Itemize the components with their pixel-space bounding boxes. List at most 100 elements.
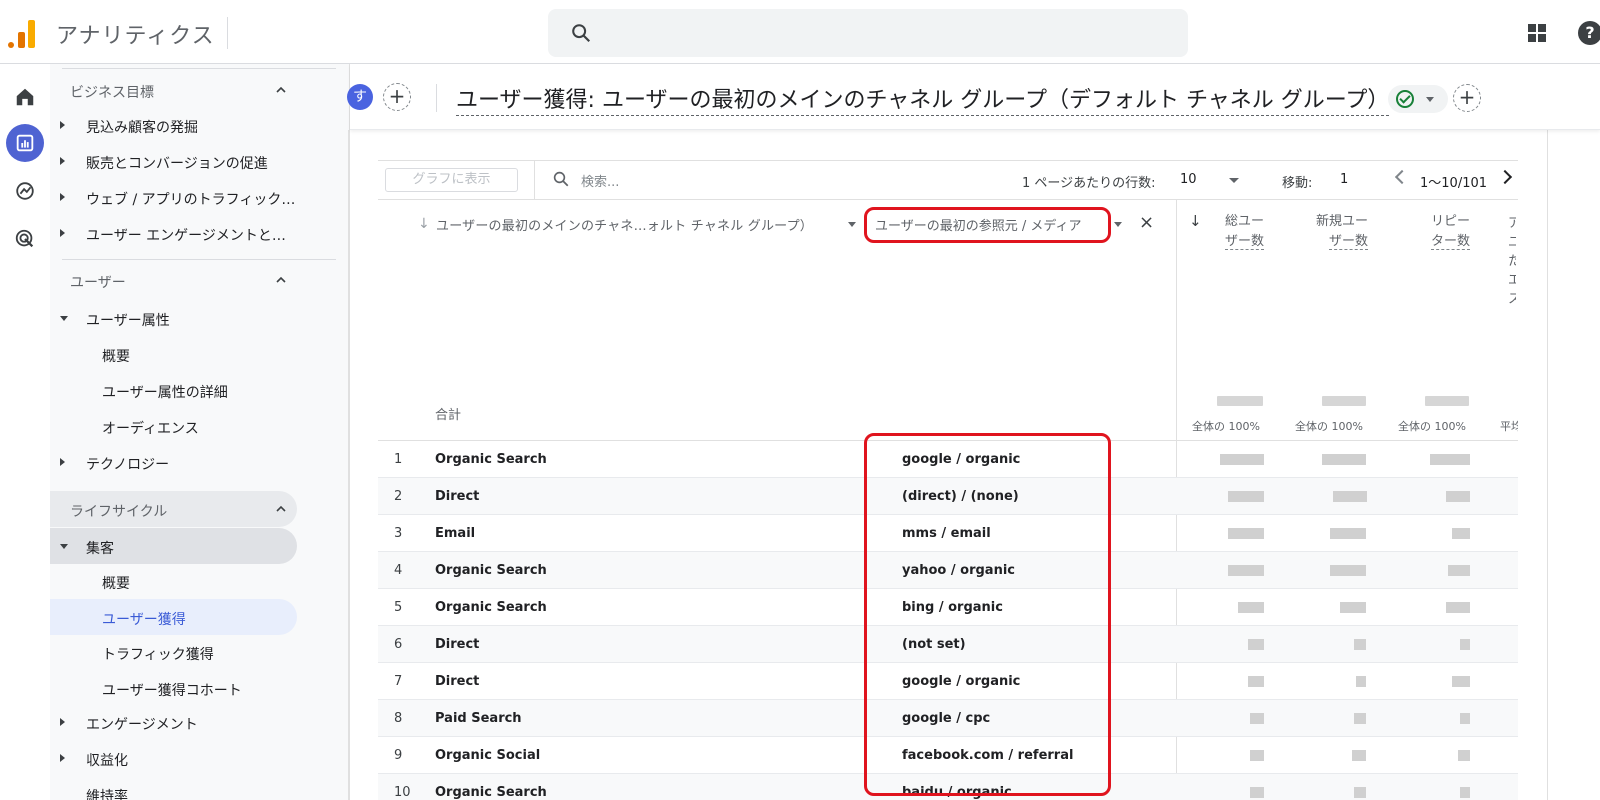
blurred-value: [1250, 750, 1264, 761]
rows-per-page-label: 1 ページあたりの行数:: [1022, 176, 1156, 191]
blurred-value: [1460, 639, 1470, 650]
row-number: 5: [394, 600, 403, 615]
blurred-value: [1250, 787, 1264, 798]
metric-header-truncated[interactable]: アユたエス: [1508, 214, 1516, 309]
primary-dimension-header[interactable]: ユーザーの最初のメインのチャネ…ォルト チャネル グループ）: [436, 215, 813, 234]
chevron-up-icon[interactable]: [276, 275, 286, 285]
blurred-value: [1425, 396, 1469, 406]
divider: [436, 84, 437, 112]
blurred-value: [1352, 750, 1366, 761]
dropdown-arrow-icon[interactable]: [1114, 222, 1122, 227]
add-comparison-button[interactable]: +: [383, 83, 411, 111]
metric-header-total-users[interactable]: 総ユー ザー数: [1214, 212, 1264, 252]
goto-page-input[interactable]: 1: [1340, 172, 1348, 187]
sidebar-item-acq-overview[interactable]: 概要: [102, 573, 130, 593]
sidebar-item-user-acquisition[interactable]: ユーザー獲得: [102, 609, 186, 629]
caret-right-icon: [60, 754, 65, 762]
avatar[interactable]: す: [347, 84, 373, 110]
caret-right-icon: [60, 458, 65, 466]
plot-rows-button[interactable]: グラフに表示: [385, 168, 518, 192]
row-number: 8: [394, 711, 403, 726]
metric-header-line: ザー数: [1328, 234, 1368, 250]
percent-of-total: 平均: [1500, 420, 1518, 433]
advertising-icon[interactable]: [6, 220, 44, 258]
blurred-value: [1238, 602, 1264, 613]
sidebar-item-traffic[interactable]: ウェブ / アプリのトラフィック…: [86, 189, 295, 209]
sidebar-item-user-attributes[interactable]: ユーザー属性: [86, 310, 170, 330]
metric-header-new-users[interactable]: 新規ユー ザー数: [1300, 212, 1368, 252]
channel-cell: Email: [435, 526, 476, 541]
caret-down-icon: [60, 544, 68, 549]
status-dropdown[interactable]: [1388, 85, 1448, 113]
dropdown-arrow-icon[interactable]: [1229, 178, 1239, 183]
caret-down-icon: [60, 316, 68, 321]
blurred-value: [1354, 713, 1366, 724]
channel-cell: Direct: [435, 674, 480, 689]
channel-cell: Direct: [435, 489, 480, 504]
row-number: 7: [394, 674, 403, 689]
dropdown-arrow-icon[interactable]: [848, 222, 856, 227]
sidebar-item-monetization[interactable]: 収益化: [86, 750, 128, 770]
sidebar-item-user-engagement[interactable]: ユーザー エンゲージメントと…: [86, 225, 286, 245]
blurred-value: [1333, 491, 1367, 502]
sidebar-item-retention[interactable]: 維持率: [86, 786, 128, 800]
row-number: 9: [394, 748, 403, 763]
table-search-input[interactable]: 検索...: [581, 171, 619, 190]
help-icon[interactable]: ?: [1578, 21, 1600, 45]
row-number: 4: [394, 563, 403, 578]
row-number: 3: [394, 526, 403, 541]
reports-icon[interactable]: [6, 124, 44, 162]
nav-section-lifecycle[interactable]: ライフサイクル: [70, 501, 167, 521]
sidebar-item-traffic-acquisition[interactable]: トラフィック獲得: [102, 644, 214, 664]
metric-header-line: 新規ユー: [1315, 214, 1368, 229]
blurred-value: [1248, 639, 1264, 650]
rows-per-page-select[interactable]: 10: [1180, 172, 1197, 187]
page-title[interactable]: ユーザー獲得: ユーザーの最初のメインのチャネル グループ（デフォルト チャネル…: [456, 82, 1390, 116]
row-number: 1: [394, 452, 403, 467]
blurred-value: [1452, 676, 1470, 687]
check-circle-icon: [1396, 90, 1414, 108]
chevron-up-icon[interactable]: [276, 85, 286, 95]
percent-of-total: 全体の 100%: [1192, 420, 1260, 433]
metric-header-returning-users[interactable]: リピー ター数: [1410, 212, 1470, 252]
global-search-input[interactable]: [548, 9, 1188, 57]
caret-right-icon: [60, 229, 65, 237]
percent-of-total: 全体の 100%: [1398, 420, 1466, 433]
sidebar-item-attr-details[interactable]: ユーザー属性の詳細: [102, 382, 228, 402]
caret-right-icon: [60, 193, 65, 201]
explore-icon[interactable]: [6, 172, 44, 210]
nav-section-user[interactable]: ユーザー: [70, 272, 126, 292]
home-icon[interactable]: [6, 78, 44, 116]
percent-of-total: 全体の 100%: [1295, 420, 1363, 433]
apps-grid-icon[interactable]: [1528, 24, 1546, 42]
sort-arrow-icon[interactable]: ↓: [1189, 212, 1202, 230]
remove-dimension-icon[interactable]: ×: [1139, 212, 1154, 233]
sidebar-item-acquisition[interactable]: 集客: [86, 538, 114, 558]
blurred-value: [1354, 639, 1366, 650]
analytics-logo-icon[interactable]: [8, 16, 38, 48]
chevron-up-icon[interactable]: [276, 504, 286, 514]
sidebar-item-technology[interactable]: テクノロジー: [86, 454, 169, 474]
nav-section-business[interactable]: ビジネス目標: [70, 82, 154, 102]
add-button[interactable]: +: [1453, 84, 1481, 112]
page-range: 1〜10/101: [1420, 176, 1488, 191]
sidebar-item-acq-cohort[interactable]: ユーザー獲得コホート: [102, 680, 242, 700]
blurred-value: [1217, 396, 1263, 406]
sidebar-item-engagement[interactable]: エンゲージメント: [86, 714, 198, 734]
sidebar-nav: ビジネス目標 見込み顧客の発掘 販売とコンバージョンの促進 ウェブ / アプリの…: [50, 64, 350, 800]
blurred-value: [1430, 454, 1470, 465]
blurred-value: [1446, 491, 1470, 502]
sort-arrow-icon[interactable]: ↓: [418, 216, 430, 232]
sidebar-item-lead-gen[interactable]: 見込み顧客の発掘: [86, 117, 198, 137]
channel-cell: Organic Social: [435, 748, 541, 763]
blurred-value: [1354, 787, 1366, 798]
row-number: 10: [394, 785, 411, 800]
sidebar-item-attr-overview[interactable]: 概要: [102, 346, 130, 366]
sidebar-item-audiences[interactable]: オーディエンス: [102, 418, 199, 438]
sidebar-item-sales[interactable]: 販売とコンバージョンの促進: [86, 153, 268, 173]
caret-right-icon: [60, 718, 65, 726]
search-icon[interactable]: [552, 170, 570, 188]
channel-cell: Organic Search: [435, 452, 547, 467]
highlight-annotation: [864, 207, 1111, 243]
divider: [534, 160, 535, 200]
